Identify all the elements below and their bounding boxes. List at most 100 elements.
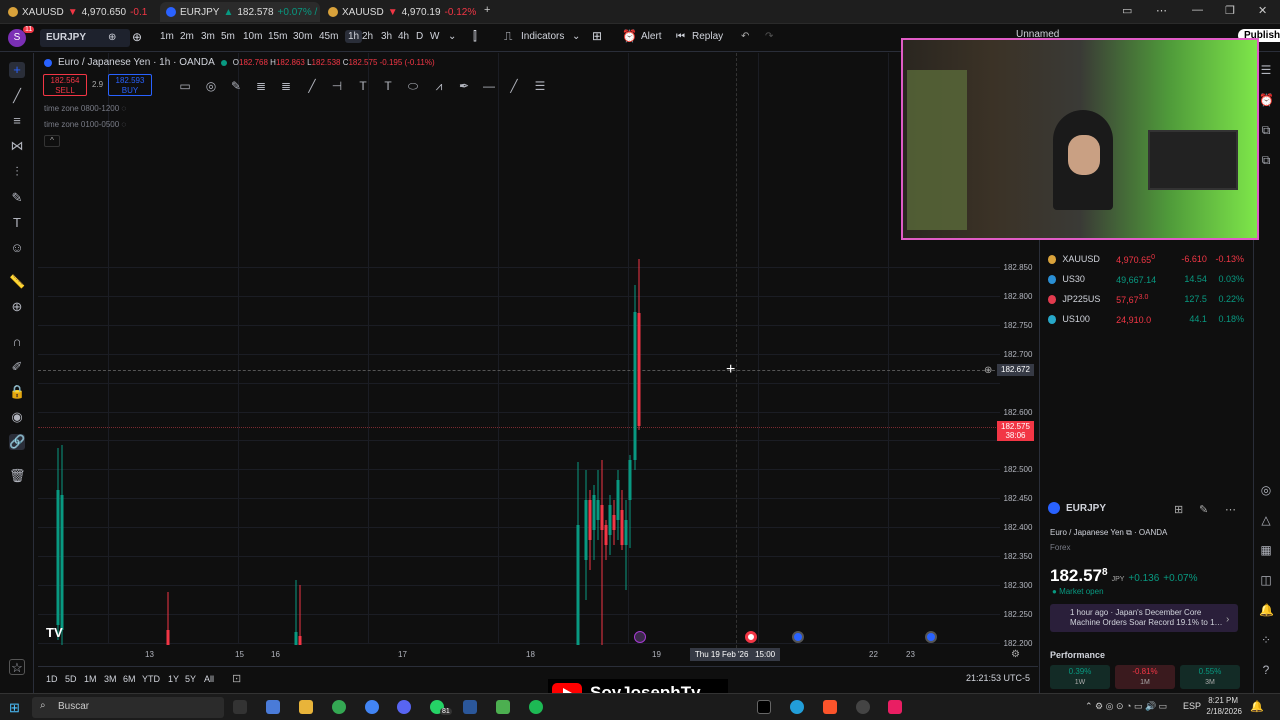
notification-center-icon[interactable]: 🔔	[1250, 700, 1264, 713]
candle-body[interactable]	[576, 525, 580, 645]
edit-icon[interactable]: ✎	[1199, 503, 1208, 516]
help-icon[interactable]: ?	[1259, 663, 1273, 677]
more-options-icon[interactable]: ⋯	[1225, 503, 1236, 516]
fib-channel-icon[interactable]: ≣	[278, 78, 294, 94]
text-annotation-icon[interactable]: T	[355, 78, 371, 94]
more-tools-icon[interactable]: ☰	[532, 78, 548, 94]
grid-view-icon[interactable]: ⊞	[1174, 503, 1183, 516]
timeframe-6M[interactable]: 6M	[123, 674, 136, 684]
event-marker[interactable]	[745, 631, 757, 643]
candle-body[interactable]	[628, 460, 632, 500]
performance-cell[interactable]: 0.55% 3M	[1180, 665, 1240, 689]
taskbar-time[interactable]: 8:21 PM	[1208, 696, 1238, 705]
apps-icon[interactable]: ⁘	[1259, 633, 1273, 647]
collapse-legend-icon[interactable]: ^	[44, 135, 60, 147]
date-range-icon[interactable]: ⊡	[232, 672, 241, 685]
watchlist-row[interactable]: XAUUSD 4,970.650 -6.610 -0.13%	[1048, 249, 1244, 269]
close-window-icon[interactable]: ✕	[1258, 4, 1267, 17]
candle-body[interactable]	[633, 312, 637, 460]
watchlist-row[interactable]: JP225US 57,673.0 127.5 0.22%	[1048, 289, 1244, 309]
watchlist-row[interactable]: US30 49,667.14 14.54 0.03%	[1048, 269, 1244, 289]
fib-levels-icon[interactable]: ≣	[253, 78, 269, 94]
path-tool-icon[interactable]: ⩘	[431, 78, 447, 94]
candle-body[interactable]	[588, 500, 592, 540]
scanner-icon[interactable]: ◫	[1259, 573, 1273, 587]
watchlist-icon[interactable]: ☰	[1259, 63, 1273, 77]
eye-hidden-icon[interactable]: ◌	[121, 104, 126, 113]
language-indicator[interactable]: ESP	[1183, 701, 1201, 711]
candle-body[interactable]	[608, 505, 612, 535]
candle-body[interactable]	[166, 630, 170, 645]
event-marker[interactable]	[925, 631, 937, 643]
ellipse-tool-icon[interactable]: ⬭	[405, 78, 421, 94]
performance-cell[interactable]: 0.39% 1W	[1050, 665, 1110, 689]
copilot-icon[interactable]	[266, 700, 280, 714]
candle-body[interactable]	[294, 632, 298, 645]
chrome-icon[interactable]	[332, 700, 346, 714]
candle-body[interactable]	[616, 480, 620, 520]
indicator-tz2[interactable]: time zone 0100-0500 ◌	[44, 120, 126, 129]
timeframe-YTD[interactable]: YTD	[142, 674, 160, 684]
candle-body[interactable]	[298, 636, 302, 645]
candle-body[interactable]	[612, 515, 616, 530]
clock-timezone[interactable]: 21:21:53 UTC-5	[966, 673, 1030, 683]
calendar-icon[interactable]: ▦	[1259, 543, 1273, 557]
candle-body[interactable]	[604, 525, 608, 545]
timeframe-1M[interactable]: 1M	[84, 674, 97, 684]
taskbar-search[interactable]: ⌕ Buscar	[32, 697, 224, 718]
indicator-tz1[interactable]: time zone 0800-1200 ◌	[44, 104, 126, 113]
details-symbol[interactable]: EURJPY	[1066, 503, 1106, 514]
circle-tool-icon[interactable]: ◎	[203, 78, 219, 94]
app-icon[interactable]	[463, 700, 477, 714]
text-icon[interactable]: T	[380, 78, 396, 94]
watchlist-row[interactable]: US100 24,910.0 44.1 0.18%	[1048, 309, 1244, 329]
data-window-icon[interactable]: ⧉	[1259, 123, 1273, 137]
notifications-icon[interactable]: 🔔	[1259, 603, 1274, 617]
add-alert-plus-icon[interactable]: ⊕	[984, 365, 992, 376]
line-tool-icon[interactable]: ╱	[304, 78, 320, 94]
telegram-icon[interactable]	[790, 700, 804, 714]
candle-body[interactable]	[596, 500, 600, 520]
candle-body[interactable]	[637, 313, 641, 426]
timeframe-5D[interactable]: 5D	[65, 674, 77, 684]
brush-tool-icon[interactable]: ✎	[228, 78, 244, 94]
brave-icon[interactable]	[823, 700, 837, 714]
timeframe-1D[interactable]: 1D	[46, 674, 58, 684]
event-marker[interactable]	[634, 631, 646, 643]
alerts-icon[interactable]: ⏰	[1259, 93, 1274, 107]
legend-title[interactable]: Euro / Japanese Yen · 1h · OANDA	[58, 57, 215, 68]
tradingview-taskbar-icon[interactable]	[757, 700, 771, 714]
timeframe-5Y[interactable]: 5Y	[185, 674, 196, 684]
minimize-icon[interactable]: —	[1192, 4, 1203, 16]
hotlist-icon[interactable]: ⧉	[1259, 153, 1273, 167]
trend-line-icon[interactable]: ╱	[506, 78, 522, 94]
minecraft-icon[interactable]	[496, 700, 510, 714]
sell-button[interactable]: 182.564 SELL	[43, 74, 87, 96]
event-marker[interactable]	[792, 631, 804, 643]
rectangle-tool-icon[interactable]: ▭	[177, 78, 193, 94]
file-explorer-icon[interactable]	[299, 700, 313, 714]
horizontal-ray-icon[interactable]: ⊣	[329, 78, 345, 94]
spotify-icon[interactable]	[529, 700, 543, 714]
timeframe-1Y[interactable]: 1Y	[168, 674, 179, 684]
timeframe-All[interactable]: All	[204, 674, 214, 684]
candle-body[interactable]	[600, 505, 604, 530]
news-item[interactable]: 1 hour ago · Japan's December Core Machi…	[1050, 604, 1238, 632]
candle-body[interactable]	[624, 520, 628, 545]
candle-body[interactable]	[620, 510, 624, 545]
ideas-icon[interactable]: △	[1259, 513, 1273, 527]
buy-button[interactable]: 182.593 BUY	[108, 74, 152, 96]
axis-settings-icon[interactable]: ⚙	[1011, 649, 1020, 660]
pen-tool-icon[interactable]: ✒	[456, 78, 472, 94]
taskbar-date[interactable]: 2/18/2026	[1206, 707, 1242, 716]
candle-body[interactable]	[584, 500, 588, 560]
tiktok-icon[interactable]	[888, 700, 902, 714]
eye-hidden-icon[interactable]: ◌	[121, 120, 126, 129]
discord-icon[interactable]	[397, 700, 411, 714]
candle-body[interactable]	[592, 495, 596, 530]
chrome-profile-icon[interactable]	[365, 700, 379, 714]
calendar-target-icon[interactable]: ◎	[1259, 483, 1273, 497]
more-icon[interactable]: ⋯	[1156, 4, 1167, 17]
maximize-icon[interactable]: ❐	[1225, 4, 1235, 17]
tray-icons[interactable]: ⌃ ⚙ ◎ ⊙ ◔ ▭ 🔊 ▭	[1085, 701, 1167, 712]
